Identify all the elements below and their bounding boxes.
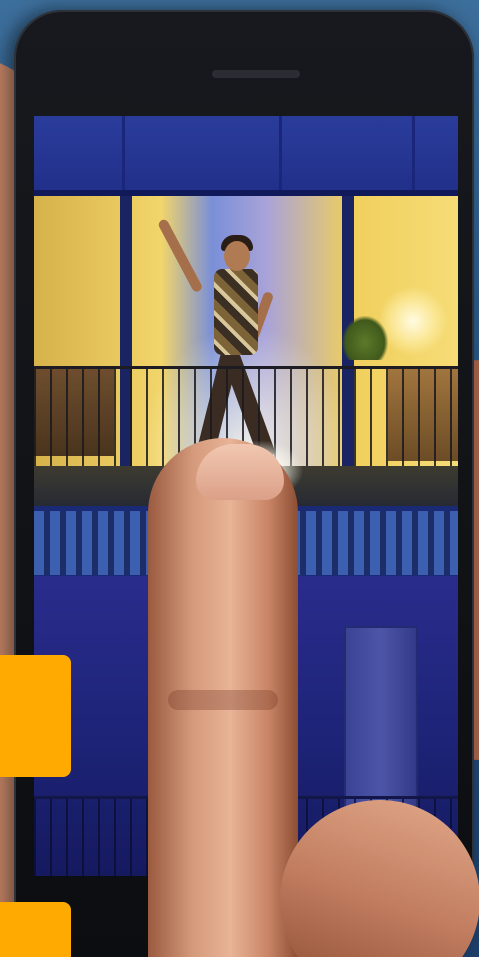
facade-seam	[122, 116, 125, 190]
head	[224, 241, 250, 271]
lamp-glow	[378, 286, 448, 356]
phone-speaker-icon	[212, 70, 300, 78]
photo-scene	[0, 0, 479, 957]
finger-knuckle	[168, 690, 278, 710]
orange-accent-block	[0, 902, 71, 957]
patterned-sweater	[214, 269, 258, 355]
house-plant	[342, 316, 388, 360]
facade-seam	[279, 116, 282, 190]
facade-seam	[412, 116, 415, 190]
building-facade-top	[34, 116, 458, 196]
fingernail	[196, 444, 284, 500]
orange-accent-block	[0, 655, 71, 777]
